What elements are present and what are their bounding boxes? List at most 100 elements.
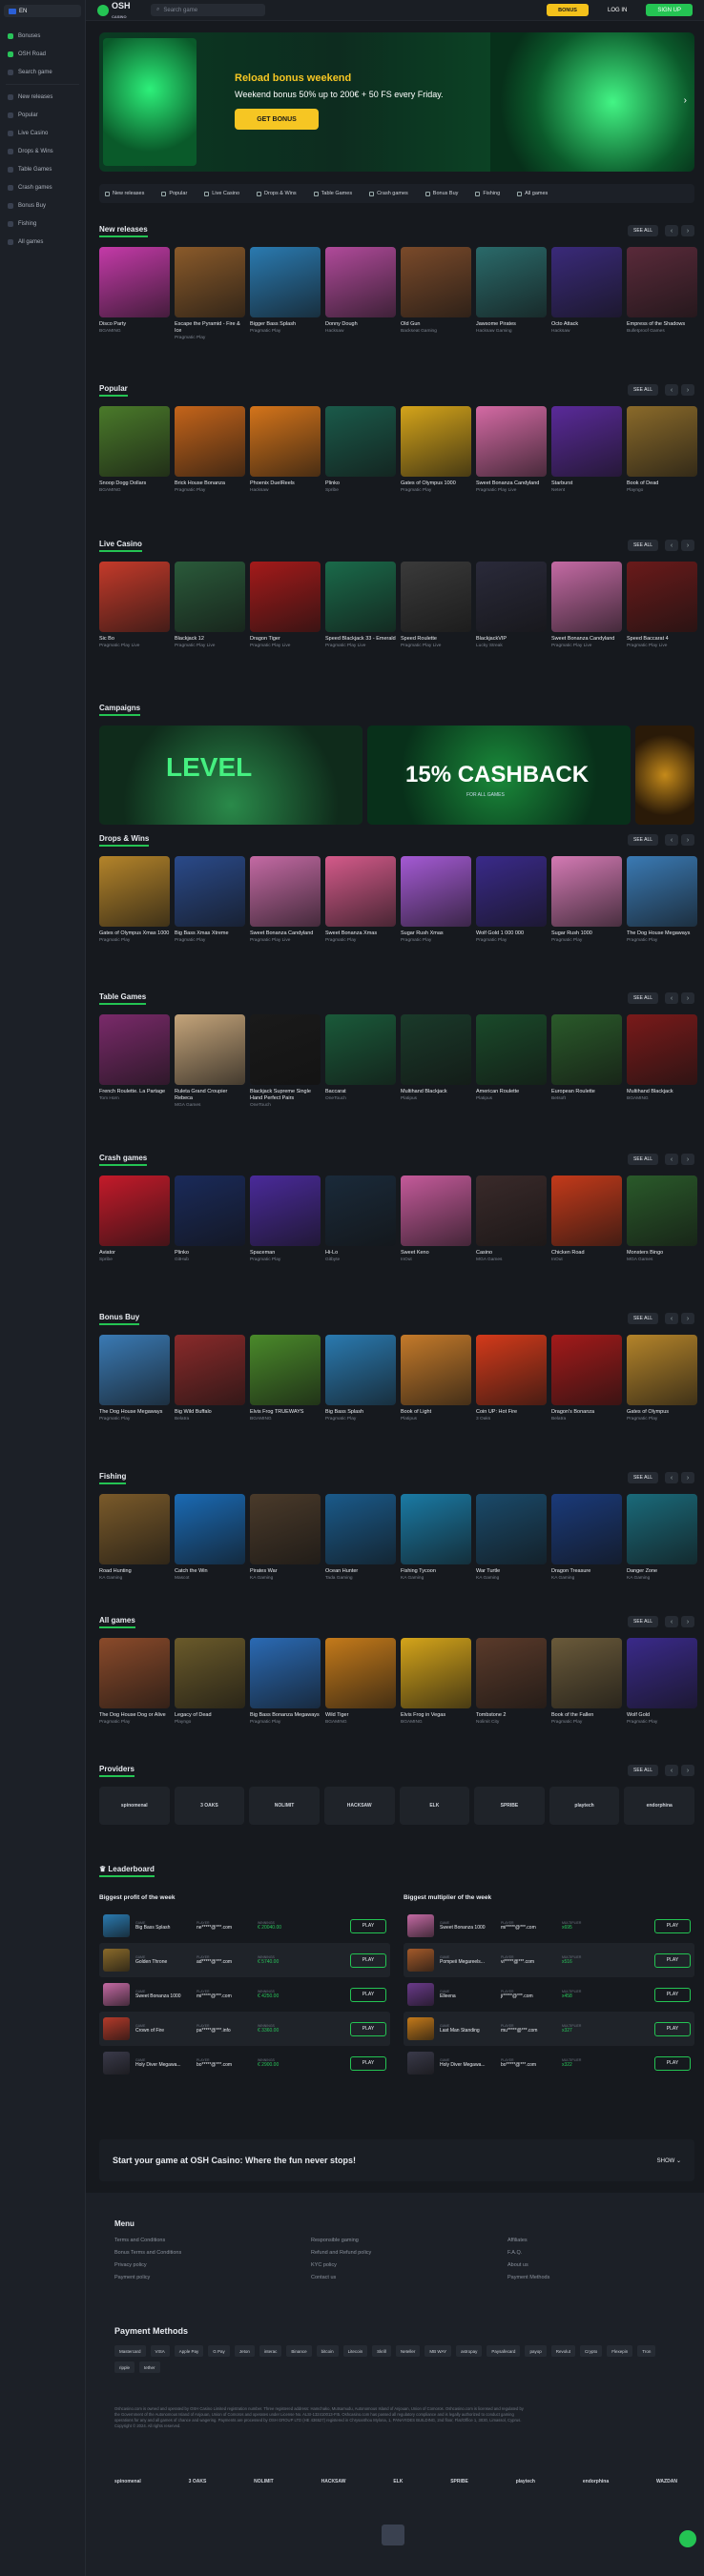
sidebar-item-crash-games[interactable]: Crash games xyxy=(0,178,85,196)
game-card[interactable]: Big Bass Xmas Xtreme Pragmatic Play xyxy=(175,856,245,943)
game-card[interactable]: Elvis Frog TRUEWAYS BGAMING xyxy=(250,1335,321,1421)
see-all-button[interactable]: SEE ALL xyxy=(627,540,658,551)
game-thumbnail[interactable] xyxy=(401,1014,471,1085)
chevron-left-icon[interactable]: ‹ xyxy=(665,1313,678,1324)
game-card[interactable]: Sugar Rush Xmas Pragmatic Play xyxy=(401,856,471,943)
game-thumbnail[interactable] xyxy=(551,856,622,927)
game-card[interactable]: Sugar Rush 1000 Pragmatic Play xyxy=(551,856,622,943)
see-all-button[interactable]: SEE ALL xyxy=(627,384,658,396)
sidebar-item-search[interactable]: Search game xyxy=(0,63,85,81)
language-selector[interactable]: EN xyxy=(4,5,81,17)
play-button[interactable]: PLAY xyxy=(350,1987,386,2002)
game-card[interactable]: Dragon Tiger Pragmatic Play Live xyxy=(250,562,321,648)
game-card[interactable]: Casino MGA Games xyxy=(476,1176,547,1262)
game-card[interactable]: Wolf Gold Pragmatic Play xyxy=(627,1638,697,1725)
campaign-banner-level[interactable]: LEVEL xyxy=(99,726,362,825)
sidebar-item-table-games[interactable]: Table Games xyxy=(0,160,85,178)
game-card[interactable]: Big Bass Splash Pragmatic Play xyxy=(325,1335,396,1421)
login-button[interactable]: LOG IN xyxy=(596,4,638,16)
sidebar-item-live-casino[interactable]: Live Casino xyxy=(0,124,85,142)
see-all-button[interactable]: SEE ALL xyxy=(627,1313,658,1324)
game-card[interactable]: Big Bass Bonanza Megaways Pragmatic Play xyxy=(250,1638,321,1725)
provider-logo[interactable]: ELK xyxy=(399,1787,470,1825)
game-card[interactable]: Book of the Fallen Pragmatic Play xyxy=(551,1638,622,1725)
game-card[interactable]: Bigger Bass Splash Pragmatic Play xyxy=(250,247,321,340)
play-button[interactable]: PLAY xyxy=(654,2021,691,2036)
footer-link[interactable]: Bonus Terms and Conditions xyxy=(114,2250,311,2256)
category-tab[interactable]: Crash games xyxy=(369,191,408,196)
play-button[interactable]: PLAY xyxy=(350,2055,386,2071)
game-thumbnail[interactable] xyxy=(325,1494,396,1564)
category-tab[interactable]: Bonus Buy xyxy=(424,191,458,196)
game-card[interactable]: Disco Party BGAMING xyxy=(99,247,170,340)
game-thumbnail[interactable] xyxy=(551,247,622,317)
game-thumbnail[interactable] xyxy=(476,247,547,317)
chevron-right-icon[interactable]: › xyxy=(681,1616,694,1627)
game-thumbnail[interactable] xyxy=(99,1638,170,1708)
game-thumbnail[interactable] xyxy=(401,1176,471,1246)
game-card[interactable]: The Dog House Dog or Alive Pragmatic Play xyxy=(99,1638,170,1725)
chevron-right-icon[interactable]: › xyxy=(681,225,694,236)
game-thumbnail[interactable] xyxy=(99,406,170,477)
category-tab[interactable]: New releases xyxy=(105,191,144,196)
campaign-banner-partial[interactable] xyxy=(635,726,694,825)
game-card[interactable]: Sweet Keno InOut xyxy=(401,1176,471,1262)
category-tab[interactable]: Table Games xyxy=(313,191,352,196)
game-card[interactable]: Big Wild Buffalo Belatra xyxy=(175,1335,245,1421)
game-card[interactable]: Brick House Bonanza Pragmatic Play xyxy=(175,406,245,493)
provider-logo[interactable]: NOLIMIT xyxy=(249,1787,320,1825)
game-thumbnail[interactable] xyxy=(476,1494,547,1564)
game-thumbnail[interactable] xyxy=(551,406,622,477)
game-thumbnail[interactable] xyxy=(627,562,697,632)
game-thumbnail[interactable] xyxy=(476,1176,547,1246)
category-tab[interactable]: Popular xyxy=(161,191,187,196)
game-thumbnail[interactable] xyxy=(175,1014,245,1085)
chevron-right-icon[interactable]: › xyxy=(681,1472,694,1483)
game-card[interactable]: Catch the Win Mascot xyxy=(175,1494,245,1581)
game-card[interactable]: Dragon's Bonanza Belatra xyxy=(551,1335,622,1421)
play-button[interactable]: PLAY xyxy=(654,2055,691,2071)
search-input[interactable]: ⌕ Search game xyxy=(151,4,265,16)
category-tab[interactable]: Drops & Wins xyxy=(257,191,297,196)
game-thumbnail[interactable] xyxy=(175,1494,245,1564)
footer-link[interactable]: Refund and Refund policy xyxy=(311,2250,507,2256)
game-thumbnail[interactable] xyxy=(407,2052,434,2075)
game-thumbnail[interactable] xyxy=(325,406,396,477)
footer-link[interactable]: About us xyxy=(507,2262,622,2268)
game-thumbnail[interactable] xyxy=(551,1335,622,1405)
license-badge[interactable] xyxy=(382,2525,404,2545)
sidebar-item-bonuses[interactable]: Bonuses xyxy=(0,27,85,45)
chevron-left-icon[interactable]: ‹ xyxy=(665,540,678,551)
chevron-left-icon[interactable]: ‹ xyxy=(665,1472,678,1483)
game-thumbnail[interactable] xyxy=(407,1983,434,2006)
game-thumbnail[interactable] xyxy=(103,2017,130,2040)
show-more-button[interactable]: SHOW ⌄ xyxy=(657,2157,681,2164)
game-thumbnail[interactable] xyxy=(627,247,697,317)
see-all-button[interactable]: SEE ALL xyxy=(627,1616,658,1627)
game-card[interactable]: Hi-Lo Gitbyte xyxy=(325,1176,396,1262)
game-card[interactable]: Sweet Bonanza Candyland Pragmatic Play Li… xyxy=(476,406,547,493)
game-thumbnail[interactable] xyxy=(325,562,396,632)
provider-logo[interactable]: 3 OAKS xyxy=(174,1787,245,1825)
footer-link[interactable]: Responsible gaming xyxy=(311,2238,507,2243)
game-thumbnail[interactable] xyxy=(99,1335,170,1405)
game-thumbnail[interactable] xyxy=(476,406,547,477)
sidebar-item-osh-road[interactable]: OSH Road xyxy=(0,45,85,63)
game-thumbnail[interactable] xyxy=(627,1494,697,1564)
game-thumbnail[interactable] xyxy=(476,1638,547,1708)
game-thumbnail[interactable] xyxy=(627,856,697,927)
game-card[interactable]: BlackjackVIP Lucky Streak xyxy=(476,562,547,648)
game-thumbnail[interactable] xyxy=(250,1494,321,1564)
see-all-button[interactable]: SEE ALL xyxy=(627,225,658,236)
provider-logo[interactable]: playtech xyxy=(549,1787,620,1825)
game-card[interactable]: Jawsome Pirates Hacksaw Gaming xyxy=(476,247,547,340)
game-thumbnail[interactable] xyxy=(103,1949,130,1972)
game-thumbnail[interactable] xyxy=(99,247,170,317)
game-thumbnail[interactable] xyxy=(325,247,396,317)
game-card[interactable]: War Turtle KA Gaming xyxy=(476,1494,547,1581)
game-card[interactable]: Sic Bo Pragmatic Play Live xyxy=(99,562,170,648)
game-card[interactable]: Gates of Olympus Pragmatic Play xyxy=(627,1335,697,1421)
sidebar-item-drops-wins[interactable]: Drops & Wins xyxy=(0,142,85,160)
chevron-right-icon[interactable]: › xyxy=(681,1765,694,1776)
campaign-banner-cashback[interactable]: 15% CASHBACK FOR ALL GAMES xyxy=(367,726,631,825)
